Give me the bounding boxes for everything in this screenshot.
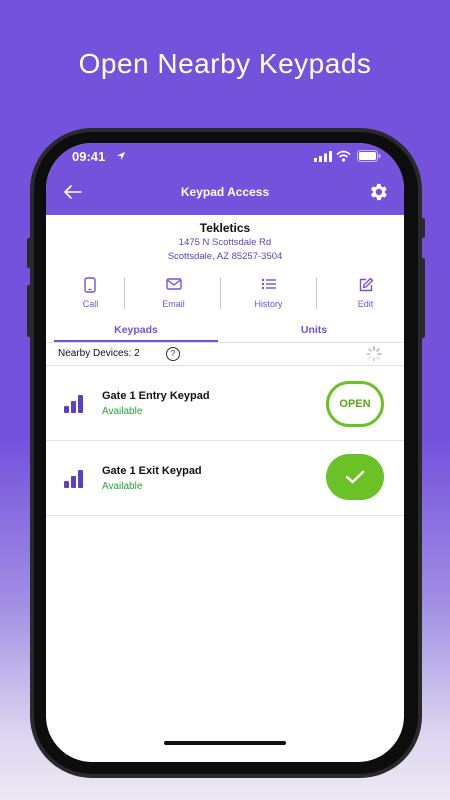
edit-button[interactable]: Edit	[321, 273, 404, 315]
phone-mute-switch	[27, 238, 31, 268]
call-button[interactable]: Call	[46, 273, 135, 315]
open-keypad-button[interactable]: OPEN	[326, 381, 384, 427]
edit-label: Edit	[357, 299, 374, 309]
signal-strength-icon	[64, 468, 88, 488]
edit-icon	[359, 277, 374, 292]
app-screen: 09:41 Keypad Access Tekletics 1475 N Sco…	[46, 143, 404, 762]
checkmark-icon	[345, 470, 365, 484]
action-bar: Call Email History Edit	[46, 273, 404, 315]
action-divider	[124, 277, 125, 309]
keypad-status: Available	[102, 406, 143, 417]
wifi-icon	[336, 150, 351, 162]
action-divider	[316, 277, 317, 309]
phone-volume-up	[27, 285, 31, 337]
tab-units[interactable]: Units	[232, 324, 396, 336]
call-label: Call	[82, 299, 99, 309]
keypad-status: Available	[102, 481, 143, 492]
company-address-line1: 1475 N Scottsdale Rd	[178, 237, 272, 248]
keypad-name: Gate 1 Exit Keypad	[102, 465, 202, 477]
nearby-devices-count: Nearby Devices: 2	[58, 348, 140, 359]
battery-icon	[357, 150, 381, 162]
email-button[interactable]: Email	[129, 273, 218, 315]
history-label: History	[254, 299, 283, 309]
opened-confirmation-button[interactable]	[326, 454, 384, 500]
keypad-row-entry[interactable]: Gate 1 Entry Keypad Available OPEN	[46, 365, 404, 440]
company-address-line2: Scottsdale, AZ 85257-3504	[167, 251, 283, 262]
history-button[interactable]: History	[224, 273, 313, 315]
tab-divider	[46, 342, 404, 343]
home-indicator[interactable]	[164, 741, 286, 745]
status-time: 09:41	[72, 149, 106, 164]
headline: Open Nearby Keypads	[78, 48, 372, 79]
email-label: Email	[162, 299, 185, 309]
signal-strength-icon	[64, 393, 88, 413]
cellular-signal-icon	[314, 151, 332, 162]
list-icon	[261, 278, 276, 290]
phone-power-button	[421, 258, 425, 338]
company-name: Tekletics	[199, 221, 251, 235]
phone-icon	[84, 277, 96, 293]
app-bar-title: Keypad Access	[180, 185, 270, 199]
gear-icon[interactable]	[367, 181, 389, 203]
action-divider	[220, 277, 221, 309]
status-bar: 09:41	[46, 143, 404, 171]
keypad-name: Gate 1 Entry Keypad	[102, 390, 210, 402]
tab-keypads[interactable]: Keypads	[54, 324, 218, 336]
keypad-row-exit[interactable]: Gate 1 Exit Keypad Available	[46, 440, 404, 516]
loading-spinner-icon	[366, 346, 382, 362]
location-arrow-icon	[117, 152, 125, 160]
phone-side-notch	[421, 218, 425, 238]
app-bar: Keypad Access	[46, 171, 404, 215]
mail-icon	[166, 278, 182, 290]
help-icon[interactable]: ?	[166, 347, 180, 361]
